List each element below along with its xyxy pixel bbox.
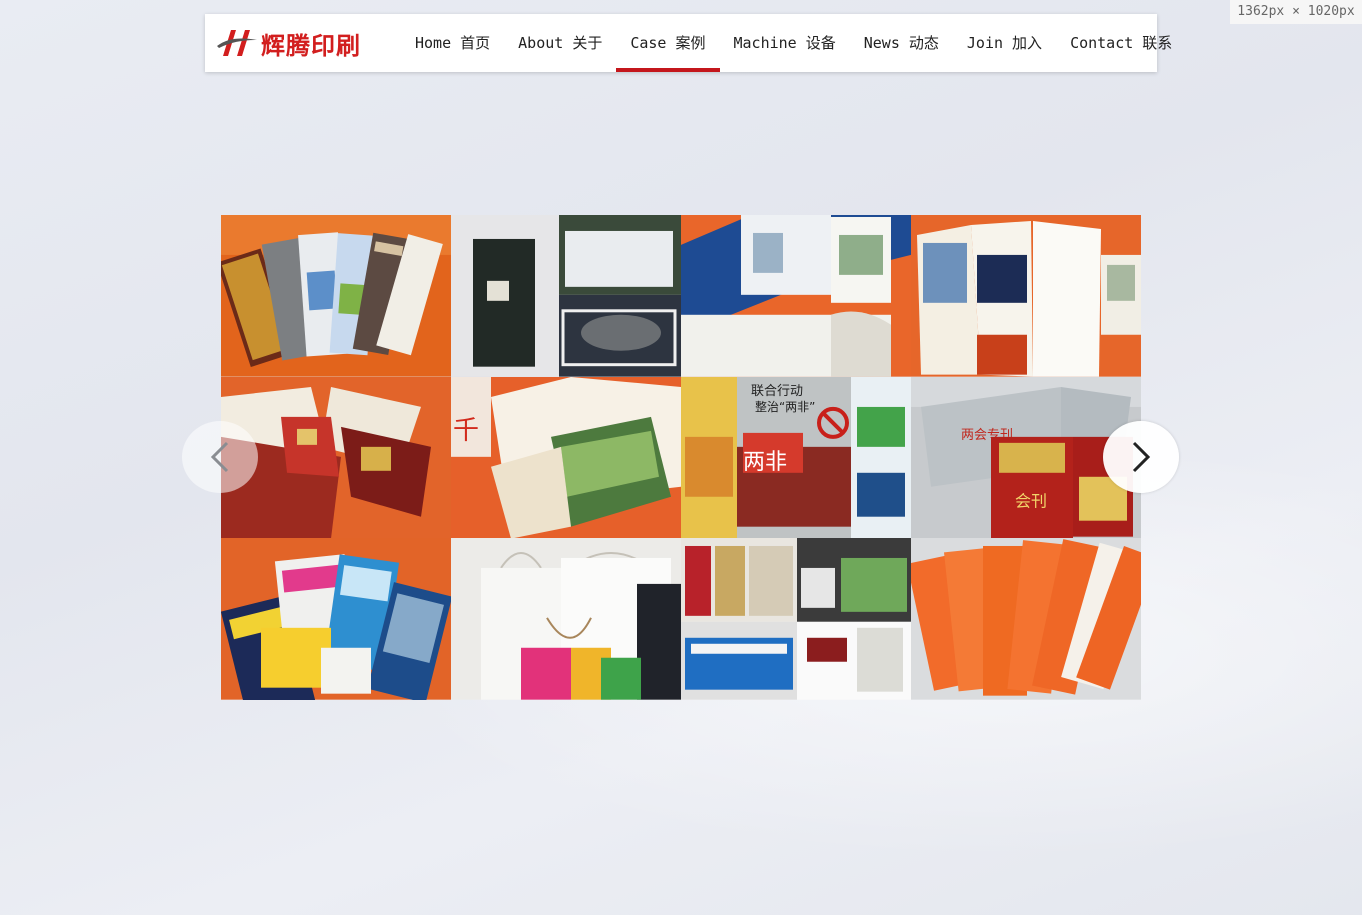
- gallery-tile-orange-envelopes[interactable]: [911, 538, 1141, 700]
- brand-logo[interactable]: 辉腾印刷: [215, 26, 375, 60]
- logo-h-icon: [217, 30, 257, 56]
- case-gallery: 千 联合行动 整治“两非” 两非 两会专刊 会刊: [221, 215, 1141, 700]
- chevron-left-icon: [210, 441, 229, 473]
- main-nav: Home 首页 About 关于 Case 案例 Machine 设备 News…: [401, 14, 1186, 72]
- gallery-prev-button[interactable]: [182, 421, 258, 493]
- gallery-tile-brochure-fan[interactable]: [221, 215, 451, 377]
- nav-news[interactable]: News 动态: [850, 14, 953, 72]
- chevron-right-icon: [1132, 441, 1151, 473]
- nav-contact[interactable]: Contact 联系: [1056, 14, 1186, 72]
- conference-book-label: 会刊: [1015, 491, 1047, 510]
- gallery-tile-catalog-open[interactable]: 千: [451, 376, 681, 539]
- nav-about[interactable]: About 关于: [504, 14, 616, 72]
- nav-case[interactable]: Case 案例: [616, 14, 720, 72]
- gallery-tile-trifold-brochure[interactable]: [911, 215, 1141, 377]
- svg-text:千: 千: [453, 416, 479, 446]
- gallery-tile-hardcover-books[interactable]: [451, 215, 681, 377]
- top-navbar: 辉腾印刷 Home 首页 About 关于 Case 案例 Machine 设备…: [205, 14, 1172, 72]
- viewport-size-badge: 1362px × 1020px: [1230, 0, 1362, 24]
- nav-join[interactable]: Join 加入: [953, 14, 1056, 72]
- gallery-tile-folders-blue[interactable]: [681, 215, 911, 377]
- gallery-tile-posters-set[interactable]: 联合行动 整治“两非” 两非: [681, 376, 911, 539]
- poster-headline-2: 整治“两非”: [755, 399, 815, 414]
- nav-home[interactable]: Home 首页: [401, 14, 504, 72]
- gallery-tile-magazines-pile[interactable]: [221, 538, 451, 700]
- gallery-next-button[interactable]: [1103, 421, 1179, 493]
- poster-headline-1: 联合行动: [751, 384, 803, 399]
- nav-machine[interactable]: Machine 设备: [720, 14, 850, 72]
- logo-text: 辉腾印刷: [261, 31, 361, 60]
- gallery-tile-desk-calendars[interactable]: [681, 538, 911, 700]
- poster-big-text: 两非: [743, 449, 787, 474]
- gallery-tile-paper-bags[interactable]: [451, 538, 681, 700]
